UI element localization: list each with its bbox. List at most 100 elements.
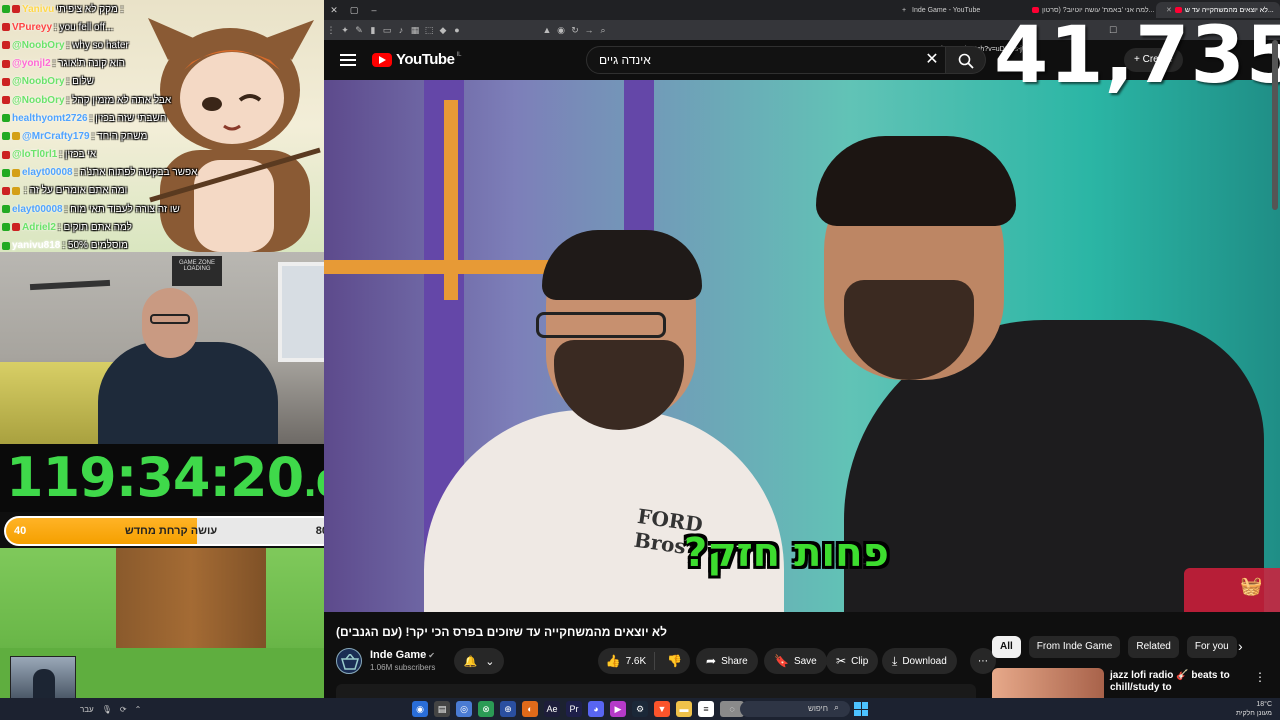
brave-icon[interactable]: ▼ [654,701,670,717]
subathon-timer: 119:34:20.01 [0,444,365,512]
extensions-icon[interactable]: ✦ [338,25,352,36]
youtube-badge-icon [2,186,10,195]
timer-main: 119:34:20 [6,446,304,509]
save-button[interactable]: 🔖 Save [764,648,827,674]
xbox-icon[interactable]: ⊗ [478,701,494,717]
chip-all[interactable]: All [992,636,1021,658]
chat-username[interactable]: healthyomt2726 [12,113,88,124]
recommended-video[interactable]: jazz lofi radio 🎸 beats to chill/study t… [992,668,1272,698]
emote-icon [12,132,20,141]
collections-icon[interactable]: ▦ [408,25,422,36]
media-player-icon[interactable]: ▶ [610,701,626,717]
bookmark-icon: 🔖 [774,654,789,668]
verified-icon: ✔ [428,651,435,660]
guide-menu-icon[interactable] [340,51,356,66]
chat-username[interactable]: @NoobOry [12,95,65,106]
channel-avatar[interactable] [336,648,362,674]
chat-username[interactable]: @yonjl2 [12,58,51,69]
chat-username[interactable]: @NoobOry [12,40,65,51]
chat-message: Adriel2: למה אתם תוקים [2,218,324,236]
sync-icon[interactable]: ⟳ [120,705,127,714]
channel-name[interactable]: Inde Game ✔ [370,649,435,661]
chat-username[interactable]: yanivu818 [12,240,60,251]
sidebar-icon[interactable]: ▮ [366,25,380,36]
chip-for-you[interactable]: For you [1186,636,1237,658]
file-explorer-icon[interactable]: ▬ [676,701,692,717]
chat-username[interactable]: Yanivu [22,4,54,15]
recommended-thumbnail[interactable] [992,668,1104,698]
chat-username[interactable]: elayt00008 [22,167,73,178]
like-button[interactable]: 👍 7.6K [598,652,655,670]
globe-icon[interactable]: ⊕ [500,701,516,717]
window-maximize-icon[interactable]: ▢ [344,5,364,16]
chat-text: : חשבתי שזה בכזין [89,112,167,124]
youtube-badge-icon [2,77,10,86]
emote-icon [12,186,20,195]
share-button[interactable]: ➦ Share [696,648,758,674]
search-clear-icon[interactable]: ✕ [920,48,944,72]
youtube-logo[interactable]: YouTube IL [372,51,461,68]
screenshot-icon[interactable]: ⬚ [422,25,436,36]
chat-username[interactable]: @MrCrafty179 [22,131,90,142]
edit-icon[interactable]: ✎ [352,25,366,36]
like-count: 7.6K [625,655,647,667]
chip-related[interactable]: Related [1128,636,1179,658]
blender-icon[interactable]: ◐ [522,701,538,717]
rewards-icon[interactable]: ◉ [554,25,568,36]
premiere-icon[interactable]: Pr [566,701,582,717]
chat-username[interactable]: VPureyy [12,22,52,33]
video-player[interactable]: FORD Bros פחות חזק? 🧺 [324,80,1280,612]
chat-text: : משחק היחד [91,130,148,142]
chat-username[interactable]: Adriel2 [22,222,56,233]
window-close-icon[interactable]: ✕ [324,5,344,16]
browser-window: ✕ ▢ – + Inde Game - YouTube למה אני 'באמ… [324,0,1280,698]
chat-username[interactable]: @loTl0rl1 [12,149,57,160]
window-minimize-icon[interactable]: – [364,5,384,15]
more-icon: ⋯ [978,655,988,667]
youtube-logo-text: YouTube [396,51,455,68]
chevron-right-icon[interactable]: › [1238,638,1243,654]
notepad-icon[interactable]: ≡ [698,701,714,717]
menu-dots-icon[interactable]: ⋮ [324,25,338,36]
chat-message: @yonjl2: הוא קונה ת'אוגר [2,55,324,73]
view-counter-overlay: 41,735 [994,11,1280,101]
description-box[interactable] [336,684,976,698]
wall-sign: GAME ZONE LOADING [172,256,222,286]
chat-username[interactable]: elayt00008 [12,204,63,215]
chip-from-channel[interactable]: From Inde Game [1028,636,1121,658]
windows-start-icon[interactable] [854,702,868,716]
recommendation-chips: All From Inde Game Related For you [992,636,1237,658]
youtube-badge-icon [2,23,10,32]
recommended-title[interactable]: jazz lofi radio 🎸 beats to chill/study t… [1110,670,1250,694]
after-effects-icon[interactable]: Ae [544,701,560,717]
chat-username[interactable]: @NoobOry [12,76,65,87]
brave-shield-icon[interactable]: ▲ [540,25,554,35]
bell-icon: 🔔 [463,655,478,668]
more-vert-icon[interactable]: ⋮ [1254,670,1266,684]
refresh-icon[interactable]: ↻ [568,25,582,36]
channel-watermark[interactable]: 🧺 [1184,568,1280,612]
dislike-button[interactable]: 👎 [660,654,690,668]
mic-icon[interactable]: 🎙 [102,705,112,714]
search-icon[interactable]: ⌕ [834,702,839,713]
search-button[interactable] [946,46,986,74]
notification-bell-button[interactable]: 🔔 ⌄ [454,648,504,674]
chevron-up-icon[interactable]: ⌃ [135,705,142,714]
scissors-icon: ✂ [836,654,847,668]
terminal-icon[interactable]: ▤ [434,701,450,717]
download-button[interactable]: ⤓ Download [882,648,957,674]
forward-icon[interactable]: → [582,25,596,35]
vpn-icon[interactable]: ● [450,25,464,35]
search-icon[interactable]: ⌕ [596,25,610,36]
search-input[interactable]: אינדה גיים [586,46,946,74]
weather-widget[interactable]: 18°C מעונן חלקית [1236,700,1272,718]
obs-icon[interactable]: ◉ [412,701,428,717]
split-view-icon[interactable]: ▭ [380,25,394,36]
music-icon[interactable]: ♪ [394,25,408,35]
page-scrollbar[interactable] [1272,40,1278,210]
favorites-icon[interactable]: ◆ [436,25,450,36]
chrome-icon[interactable]: ◎ [456,701,472,717]
steam-icon[interactable]: ⚙ [632,701,648,717]
clip-button[interactable]: ✂ Clip [826,648,879,674]
discord-icon[interactable]: ◕ [588,701,604,717]
